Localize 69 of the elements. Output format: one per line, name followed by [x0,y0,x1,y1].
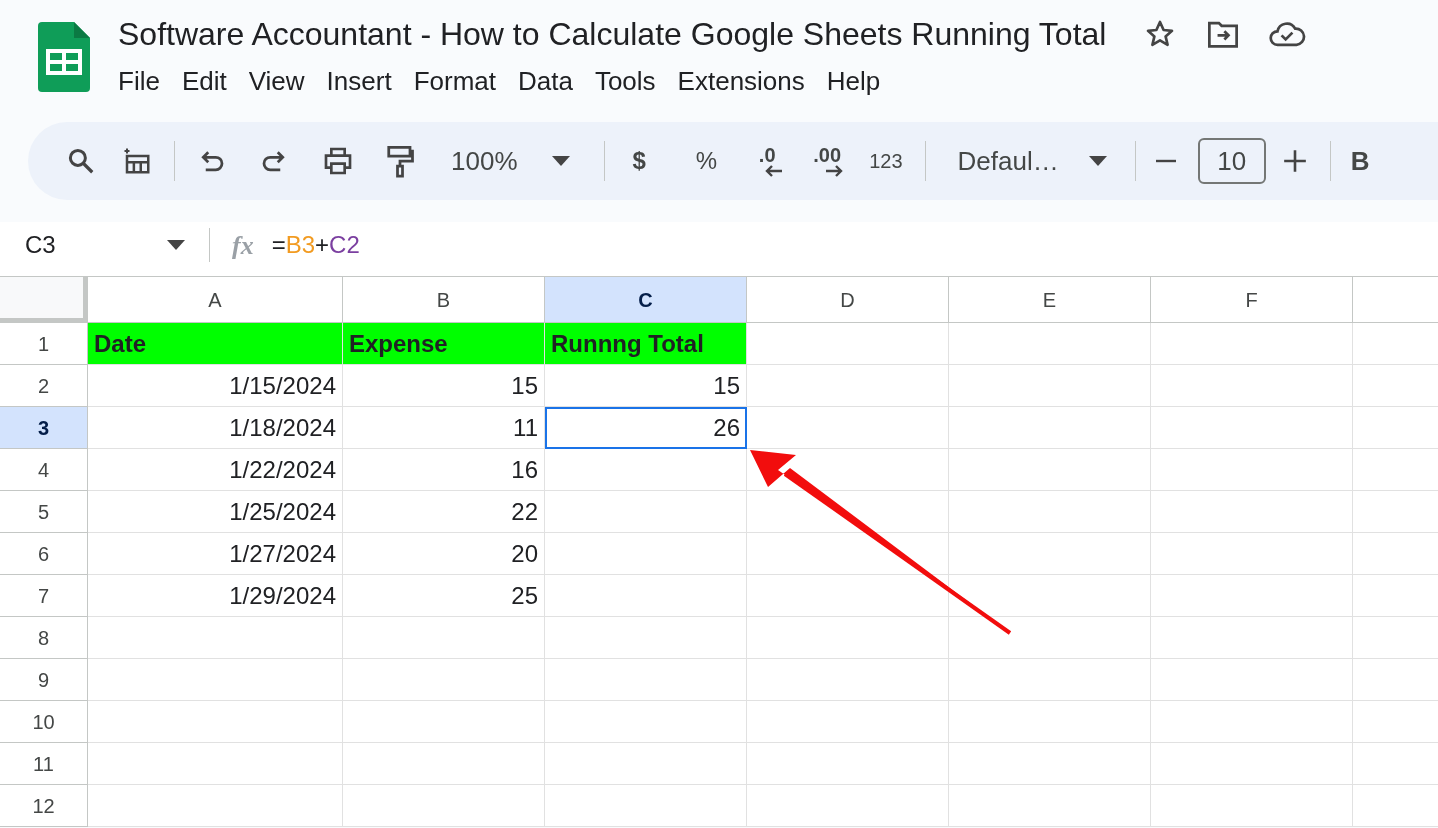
cloud-check-icon[interactable] [1268,19,1307,49]
column-header[interactable]: B [343,277,545,323]
bold-button[interactable]: B [1350,141,1370,181]
menu-item[interactable]: Extensions [667,60,815,103]
menu-item[interactable]: Insert [316,60,402,103]
menu-item[interactable]: Help [816,60,891,103]
left-arrow-icon [765,165,784,177]
table-cell[interactable]: 1/15/2024 [88,365,343,407]
table-cell[interactable]: 11 [343,407,545,449]
menu-item[interactable]: Edit [171,60,237,103]
row-header[interactable]: 6 [0,533,88,575]
row-header[interactable]: 2 [0,365,88,407]
paint-roller-icon[interactable] [385,144,415,178]
percent-button[interactable]: % [695,143,718,179]
table-cell[interactable]: 1/22/2024 [88,449,343,491]
table-cell[interactable]: 25 [343,575,545,617]
menu-item[interactable]: File [108,60,170,103]
zoom-dropdown[interactable]: 100% [451,141,570,181]
currency-button[interactable]: $ [632,143,646,179]
decrease-decimal-button[interactable]: .0 [751,145,784,177]
row-header[interactable]: 3 [0,407,88,449]
row-header[interactable]: 9 [0,659,88,701]
table-cell[interactable]: 15 [545,365,747,407]
column-header[interactable]: E [949,277,1151,323]
row-header[interactable]: 4 [0,449,88,491]
menu-item[interactable]: Format [403,60,506,103]
function-label: fx [232,229,254,262]
header-cell[interactable]: Runnng Total [545,323,747,365]
name-box[interactable]: C3 [25,227,145,263]
spreadsheet-logo-icon[interactable] [38,22,90,92]
row-header[interactable]: 7 [0,575,88,617]
row-header[interactable]: 10 [0,701,88,743]
document-title[interactable]: Software Accountant - How to Calculate Google Sheets Running Total [118,10,1107,58]
column-header[interactable]: D [747,277,949,323]
table-cell[interactable]: 1/29/2024 [88,575,343,617]
header-cell[interactable]: Expense [343,323,545,365]
table-cell[interactable]: 16 [343,449,545,491]
row-header[interactable]: 5 [0,491,88,533]
dropdown-caret-icon [551,156,570,166]
column-header[interactable]: A [88,277,343,323]
column-header[interactable]: C [545,277,747,323]
table-icon[interactable] [122,146,152,176]
table-cell[interactable]: 1/25/2024 [88,491,343,533]
folder-icon[interactable] [1206,19,1241,49]
right-arrow-icon [825,165,844,177]
table-cell[interactable]: 20 [343,533,545,575]
font-dropdown[interactable]: Defaul… [957,141,1107,181]
table-cell[interactable]: 22 [343,491,545,533]
table-cell[interactable]: 1/27/2024 [88,533,343,575]
table-cell[interactable]: 15 [343,365,545,407]
column-header[interactable]: F [1151,277,1353,323]
row-header[interactable]: 12 [0,785,88,827]
table-cell[interactable]: 26 [545,407,747,449]
row-header[interactable]: 11 [0,743,88,785]
number-format-button[interactable]: 123 [869,146,903,176]
search-icon[interactable] [66,146,96,176]
row-header[interactable]: 1 [0,323,88,365]
dropdown-caret-icon[interactable] [167,240,185,250]
header-cell[interactable]: Date [88,323,343,365]
plus-icon[interactable] [1281,148,1308,174]
menu-item[interactable]: Tools [584,60,666,103]
dropdown-caret-icon [1088,156,1107,166]
font-size-field[interactable]: 10 [1197,138,1266,184]
table-cell[interactable]: 1/18/2024 [88,407,343,449]
row-header[interactable]: 8 [0,617,88,659]
formula-text[interactable]: =B3+C2 [271,227,360,263]
menu-item[interactable]: Data [508,60,583,103]
increase-decimal-button[interactable]: .00 [811,145,844,177]
menu-item[interactable]: View [238,60,315,103]
